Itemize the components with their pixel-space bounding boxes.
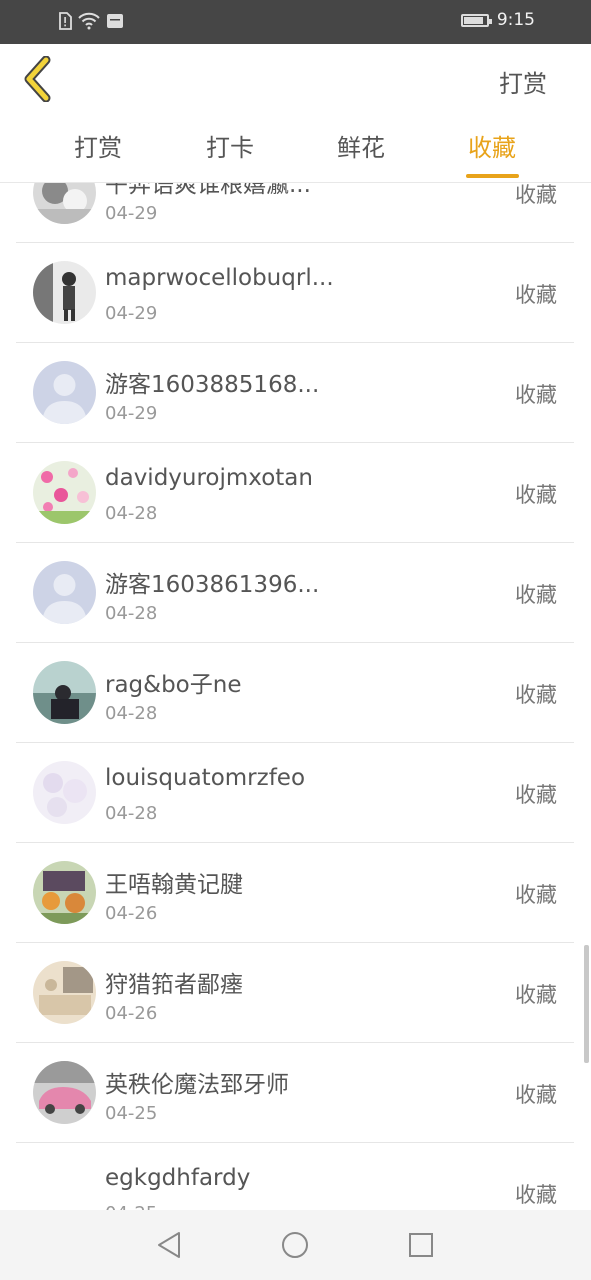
list-item[interactable]: louisquatomrzfeo 04-28 收藏 (0, 743, 591, 843)
list-item[interactable]: 午奔语爽谁粮嬉瀛... 04-29 收藏 (0, 183, 591, 243)
sim-alert-icon (59, 12, 72, 30)
tab-reward[interactable]: 打赏 (58, 130, 138, 166)
favorite-label: 收藏 (515, 983, 557, 1007)
tab-bar: 打赏 打卡 鲜花 收藏 (0, 130, 591, 180)
favorite-label: 收藏 (515, 883, 557, 907)
reward-button[interactable]: 打赏 (499, 64, 547, 99)
active-tab-indicator (466, 174, 519, 178)
back-button[interactable] (20, 55, 60, 103)
battery-level (463, 16, 483, 24)
date-label: 04-28 (105, 503, 158, 524)
list-item[interactable]: egkgdhfardy 04-25 收藏 (0, 1143, 591, 1210)
favorites-list[interactable]: 午奔语爽谁粮嬉瀛... 04-29 收藏 maprwocellobuqrl...… (0, 183, 591, 1210)
list-item[interactable]: davidyurojmxotan 04-28 收藏 (0, 443, 591, 543)
date-label: 04-29 (105, 203, 158, 224)
battery-icon (460, 13, 492, 27)
recents-square-icon (409, 1233, 433, 1257)
list-item[interactable]: 游客1603861396... 04-28 收藏 (0, 543, 591, 643)
status-bar: 9:15 (0, 0, 591, 44)
favorite-label: 收藏 (515, 683, 557, 707)
list-item[interactable]: rag&bo子ne 04-28 收藏 (0, 643, 591, 743)
user-name: 午奔语爽谁粮嬉瀛... (105, 183, 311, 198)
favorite-label: 收藏 (515, 283, 557, 307)
avatar[interactable] (33, 861, 96, 924)
avatar[interactable] (33, 361, 96, 424)
user-name: 游客1603861396... (105, 572, 320, 598)
date-label: 04-26 (105, 1003, 158, 1024)
home-circle-icon (282, 1232, 308, 1258)
favorite-label: 收藏 (515, 783, 557, 807)
date-label: 04-28 (105, 703, 158, 724)
nav-back-button[interactable] (154, 1230, 184, 1260)
avatar[interactable] (33, 661, 96, 724)
avatar[interactable] (33, 761, 96, 824)
list-item[interactable]: maprwocellobuqrl... 04-29 收藏 (0, 243, 591, 343)
user-name: 狩猎筘者鄙瘗 (105, 972, 243, 998)
nav-recents-button[interactable] (406, 1230, 436, 1260)
list-item[interactable]: 游客1603885168... 04-29 收藏 (0, 343, 591, 443)
user-name: davidyurojmxotan (105, 465, 313, 491)
nav-home-button[interactable] (280, 1230, 310, 1260)
avatar[interactable] (33, 461, 96, 524)
avatar[interactable] (33, 261, 96, 324)
wifi-icon (78, 12, 100, 30)
app-header: 打赏 打赏 打卡 鲜花 收藏 (0, 44, 591, 182)
clock: 9:15 (496, 10, 535, 30)
status-icons-right: 9:15 (460, 10, 535, 30)
date-label: 04-25 (105, 1103, 158, 1124)
user-name: rag&bo子ne (105, 672, 242, 698)
user-name: 王唔翰黄记腱 (105, 872, 243, 898)
date-label: 04-26 (105, 903, 158, 924)
favorite-label: 收藏 (515, 583, 557, 607)
favorite-label: 收藏 (515, 1083, 557, 1107)
tab-flowers[interactable]: 鲜花 (321, 130, 401, 166)
user-name: 游客1603885168... (105, 372, 320, 398)
favorite-label: 收藏 (515, 483, 557, 507)
date-label: 04-28 (105, 603, 158, 624)
favorite-label: 收藏 (515, 383, 557, 407)
user-name: maprwocellobuqrl... (105, 265, 334, 291)
list-item[interactable]: 英秩伦魔法郅牙师 04-25 收藏 (0, 1043, 591, 1143)
avatar[interactable] (33, 183, 96, 224)
tab-checkin[interactable]: 打卡 (190, 130, 270, 166)
user-name: 英秩伦魔法郅牙师 (105, 1072, 289, 1098)
avatar[interactable] (33, 1061, 96, 1124)
date-label: 04-28 (105, 803, 158, 824)
favorite-label: 收藏 (515, 1183, 557, 1207)
chevron-left-icon (24, 55, 51, 103)
list-item[interactable]: 王唔翰黄记腱 04-26 收藏 (0, 843, 591, 943)
avatar[interactable] (33, 1161, 96, 1210)
back-triangle-icon (158, 1232, 180, 1258)
sms-icon (107, 14, 123, 28)
avatar[interactable] (33, 561, 96, 624)
avatar[interactable] (33, 961, 96, 1024)
user-name: louisquatomrzfeo (105, 765, 306, 791)
list-item[interactable]: 狩猎筘者鄙瘗 04-26 收藏 (0, 943, 591, 1043)
scrollbar[interactable] (584, 945, 589, 1063)
date-label: 04-29 (105, 303, 158, 324)
system-nav-bar (0, 1210, 591, 1280)
user-name: egkgdhfardy (105, 1165, 251, 1191)
date-label: 04-29 (105, 403, 158, 424)
tab-favorites[interactable]: 收藏 (452, 130, 532, 166)
favorite-label: 收藏 (515, 183, 557, 207)
date-label: 04-25 (105, 1203, 157, 1210)
status-icons-left (58, 12, 124, 30)
